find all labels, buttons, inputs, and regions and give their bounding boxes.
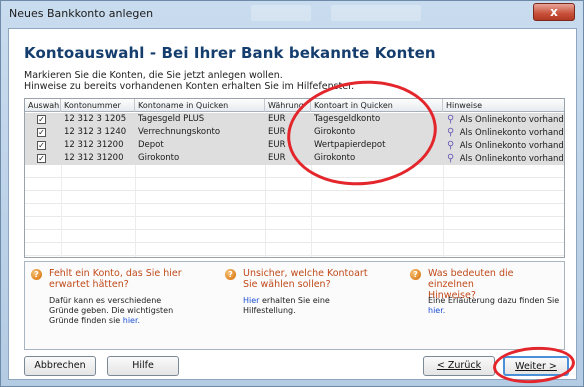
column-header-kontonummer[interactable]: Kontonummer [61, 99, 135, 112]
table-row[interactable]: ✓ 12 312 31200 Depot EUR Wertpapierdepot… [25, 139, 564, 152]
question-icon: ? [410, 269, 421, 280]
cancel-button[interactable]: Abbrechen [24, 356, 96, 376]
hint-body: Dafür kann es verschiedene Gründe geben.… [49, 296, 174, 325]
account-type[interactable]: Girokonto [311, 126, 443, 139]
title-bar-background-shape [251, 5, 311, 21]
help-button[interactable]: Hilfe [107, 356, 179, 376]
instructions: Markieren Sie die Konten, die Sie jetzt … [24, 70, 564, 92]
account-currency[interactable]: EUR [265, 152, 311, 165]
empty-table-row [25, 191, 564, 204]
column-divider [311, 165, 312, 257]
empty-table-row [25, 230, 564, 243]
close-button[interactable]: x [533, 3, 575, 21]
account-name[interactable]: Verrechnungskonto [135, 126, 265, 139]
chain-link-icon: ⚲ [447, 114, 455, 125]
column-header-hinweise[interactable]: Hinweise [443, 99, 564, 112]
hint-link[interactable]: Hier [243, 296, 259, 305]
column-divider [443, 165, 444, 257]
selection-checkbox[interactable]: ✓ [37, 154, 46, 163]
dialog-window: Neues Bankkonto anlegen x Kontoauswahl -… [0, 0, 584, 387]
row-checkbox-cell[interactable]: ✓ [25, 126, 61, 139]
account-type[interactable]: Wertpapierdepot [311, 139, 443, 152]
empty-table-row [25, 243, 564, 256]
hint-title: Unsicher, welche Kontoart Sie wählen soll… [243, 268, 368, 290]
back-button[interactable]: < Zurück [423, 356, 495, 376]
hint-meaning: ? Was bedeuten die einzelnen Hinweise? Ei… [410, 268, 560, 348]
chain-link-icon: ⚲ [447, 153, 455, 164]
account-name[interactable]: Girokonto [135, 152, 265, 165]
column-divider [61, 165, 62, 257]
selection-checkbox[interactable]: ✓ [37, 128, 46, 137]
hint-link[interactable]: hier. [123, 316, 140, 325]
account-currency[interactable]: EUR [265, 139, 311, 152]
hints-panel: ? Fehlt ein Konto, das Sie hier erwartet … [24, 261, 565, 350]
page-title: Kontoauswahl - Bei Ihrer Bank bekannte K… [24, 44, 436, 62]
account-hint: ⚲ Als Onlinekonto vorhanden [443, 152, 564, 165]
account-type[interactable]: Tagesgeldkonto [311, 113, 443, 126]
table-row[interactable]: ✓ 12 312 31200 Girokonto EUR Girokonto ⚲… [25, 152, 564, 165]
question-icon: ? [31, 269, 42, 280]
account-name[interactable]: Tagesgeld PLUS [135, 113, 265, 126]
selection-checkbox[interactable]: ✓ [37, 115, 46, 124]
chain-link-icon: ⚲ [447, 127, 455, 138]
column-header-kontoname[interactable]: Kontoname in Quicken [135, 99, 265, 112]
empty-table-row [25, 165, 564, 178]
empty-table-row [25, 204, 564, 217]
chain-link-icon: ⚲ [447, 140, 455, 151]
column-divider [265, 165, 266, 257]
account-currency[interactable]: EUR [265, 126, 311, 139]
row-checkbox-cell[interactable]: ✓ [25, 139, 61, 152]
hint-link[interactable]: hier. [428, 306, 445, 315]
row-checkbox-cell[interactable]: ✓ [25, 113, 61, 126]
title-bar-background-shape [331, 5, 421, 21]
instruction-line-2: Hinweise zu bereits vorhandenen Konten e… [24, 81, 355, 92]
column-header-waehrung[interactable]: Währung [265, 99, 311, 112]
account-name[interactable]: Depot [135, 139, 265, 152]
table-row[interactable]: ✓ 12 312 3 1240 Verrechnungskonto EUR Gi… [25, 126, 564, 139]
hint-missing-account: ? Fehlt ein Konto, das Sie hier erwartet … [31, 268, 211, 348]
column-header-auswahl[interactable]: Auswahl [25, 99, 61, 112]
account-table: Auswahl Kontonummer Kontoname in Quicken… [24, 98, 565, 258]
account-number: 12 312 3 1240 [61, 126, 135, 139]
column-divider [135, 165, 136, 257]
hint-account-type: ? Unsicher, welche Kontoart Sie wählen so… [225, 268, 395, 348]
empty-table-row [25, 217, 564, 230]
hint-body: Eine Erläuterung dazu finden Sie hier. [428, 296, 560, 315]
empty-table-row [25, 178, 564, 191]
selection-checkbox[interactable]: ✓ [37, 141, 46, 150]
account-currency[interactable]: EUR [265, 113, 311, 126]
window-title: Neues Bankkonto anlegen [9, 7, 154, 20]
account-type[interactable]: Girokonto [311, 152, 443, 165]
table-row[interactable]: ✓ 12 312 3 1205 Tagesgeld PLUS EUR Tages… [25, 113, 564, 126]
account-hint: ⚲ Als Onlinekonto vorhanden [443, 126, 564, 139]
hint-body: Hier erhalten Sie eine Hilfestellung. [243, 296, 330, 315]
instruction-line-1: Markieren Sie die Konten, die Sie jetzt … [24, 70, 283, 81]
next-button[interactable]: Weiter > [503, 356, 569, 376]
account-hint: ⚲ Als Onlinekonto vorhanden [443, 139, 564, 152]
account-number: 12 312 31200 [61, 139, 135, 152]
hint-title: Fehlt ein Konto, das Sie hier erwartet hä… [49, 268, 182, 290]
account-hint: ⚲ Als Onlinekonto vorhanden [443, 113, 564, 126]
dialog-content: Kontoauswahl - Bei Ihrer Bank bekannte K… [8, 28, 577, 380]
table-header: Auswahl Kontonummer Kontoname in Quicken… [25, 99, 564, 112]
title-bar: Neues Bankkonto anlegen x [1, 1, 583, 27]
question-icon: ? [225, 269, 236, 280]
account-number: 12 312 31200 [61, 152, 135, 165]
row-checkbox-cell[interactable]: ✓ [25, 152, 61, 165]
account-number: 12 312 3 1205 [61, 113, 135, 126]
column-header-kontoart[interactable]: Kontoart in Quicken [311, 99, 443, 112]
